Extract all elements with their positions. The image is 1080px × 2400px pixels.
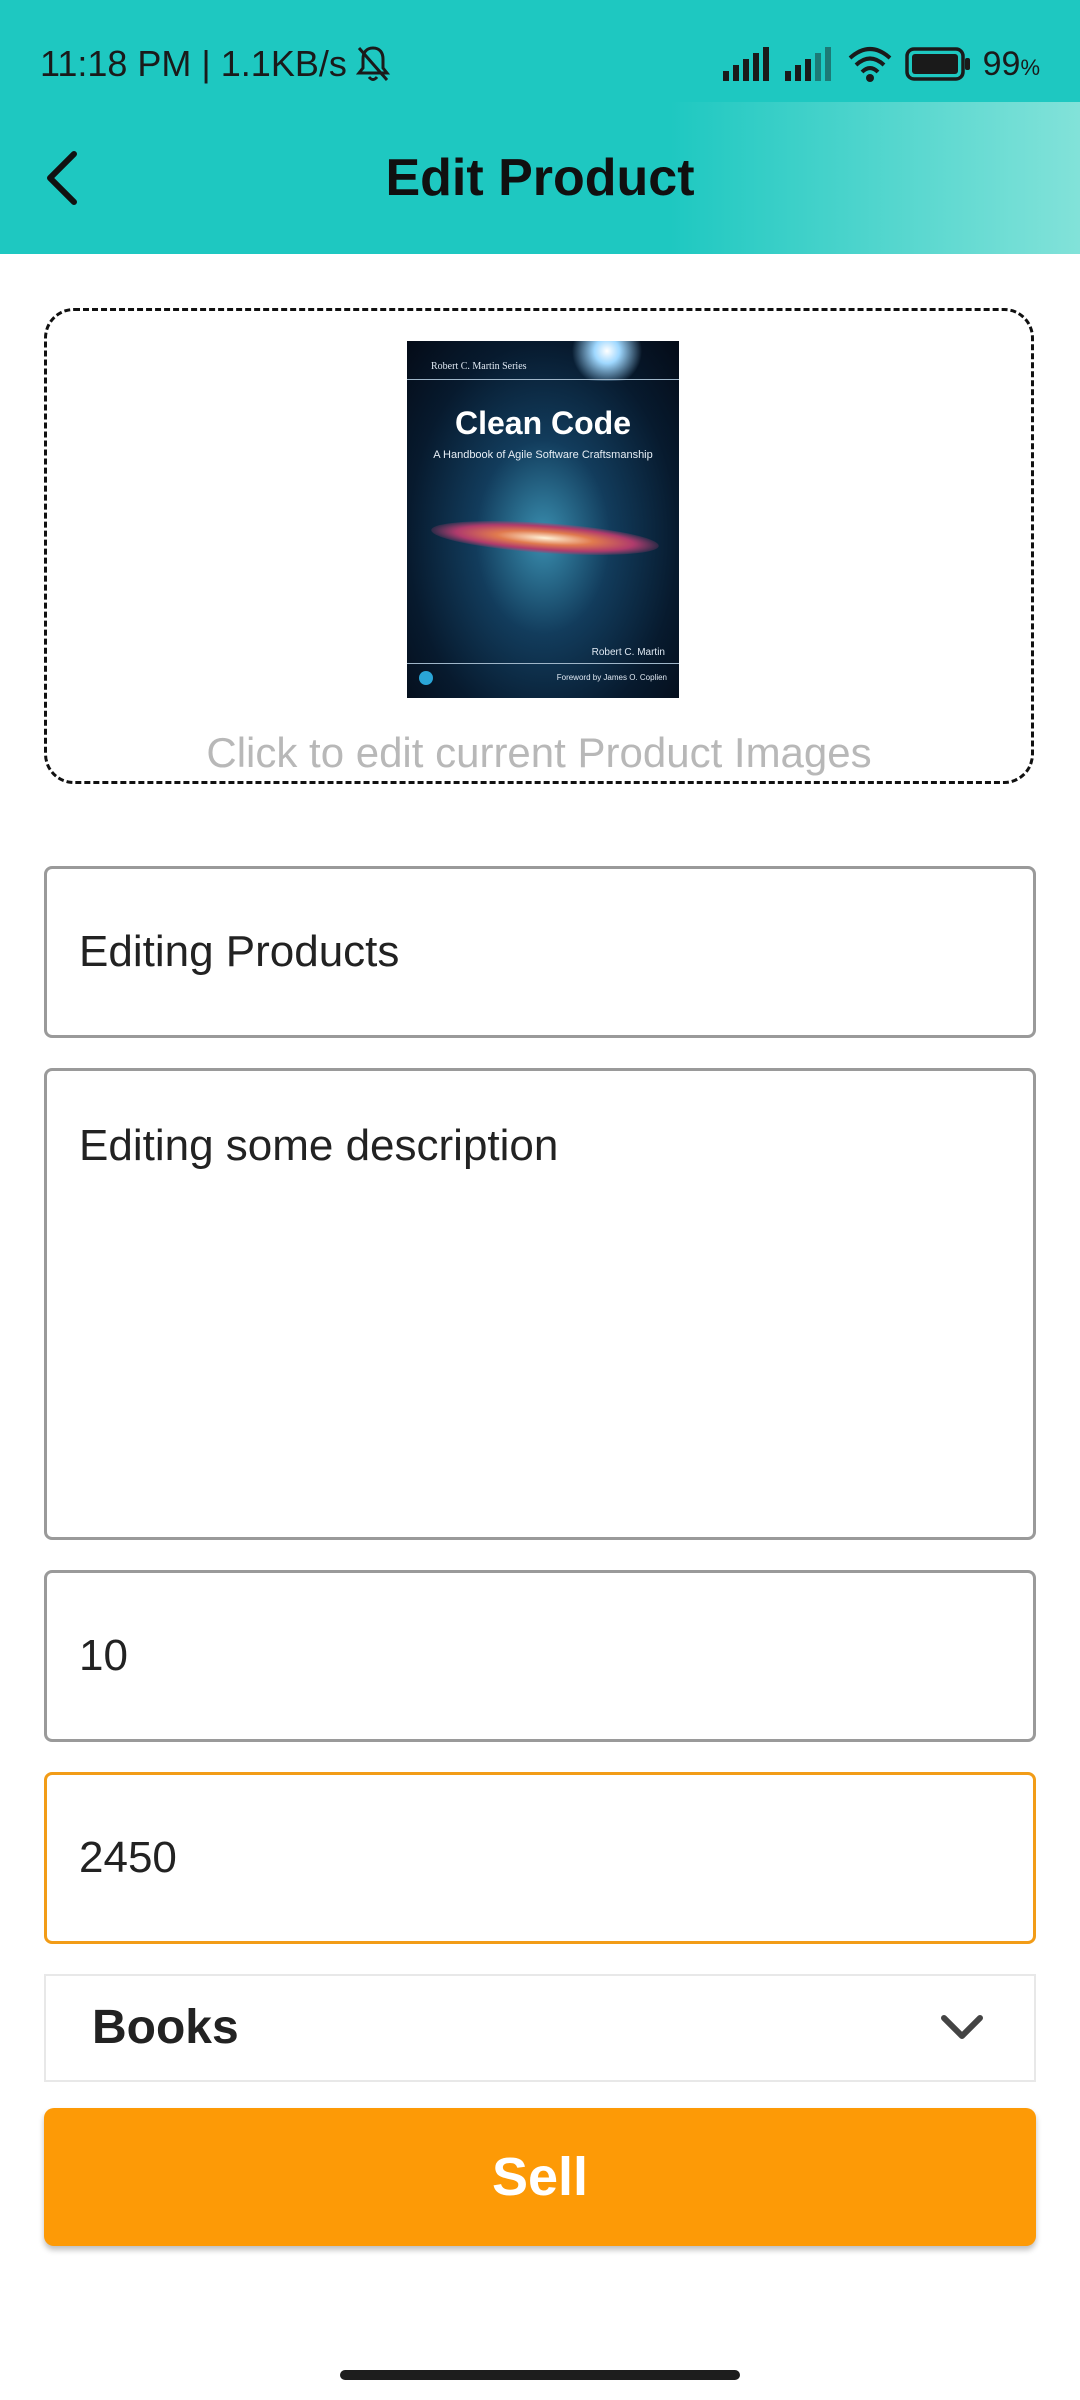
publisher-logo [419,671,433,685]
home-indicator[interactable] [340,2370,740,2380]
chevron-down-icon [941,2015,983,2039]
cover-author: Robert C. Martin [591,647,665,658]
signal-icon [784,47,831,81]
status-time: 11:18 PM | 1.1KB/s [40,40,391,88]
battery-percent: 99% [982,44,1040,83]
battery-icon [904,47,970,81]
product-description-input[interactable]: Editing some description [44,1068,1036,1540]
bell-off-icon [355,46,390,81]
product-image-picker[interactable]: Robert C. Martin Series Clean Code A Han… [44,308,1034,784]
product-name-input[interactable]: Editing Products [44,866,1036,1038]
status-icons: 99% [722,38,1040,90]
status-time-text: 11:18 PM | 1.1KB/s [40,43,347,84]
cover-foreword: Foreword by James O. Coplien [556,673,667,682]
signal-icon [722,47,769,81]
sell-button[interactable]: Sell [44,2108,1036,2246]
product-image-thumbnail: Robert C. Martin Series Clean Code A Han… [407,341,679,698]
app-header: Edit Product [0,102,1080,254]
category-dropdown[interactable]: Books [44,1974,1036,2082]
product-quantity-input[interactable]: 10 [44,1570,1036,1742]
product-price-input[interactable]: 2450 [44,1772,1036,1944]
page-title: Edit Product [385,149,695,207]
wifi-icon [848,47,891,82]
image-picker-hint: Click to edit current Product Images [206,729,872,776]
cover-series: Robert C. Martin Series [431,361,527,372]
cover-subtitle: A Handbook of Agile Software Craftsmansh… [433,449,653,461]
category-selected-value: Books [92,2001,239,2054]
cover-title: Clean Code [454,405,632,441]
